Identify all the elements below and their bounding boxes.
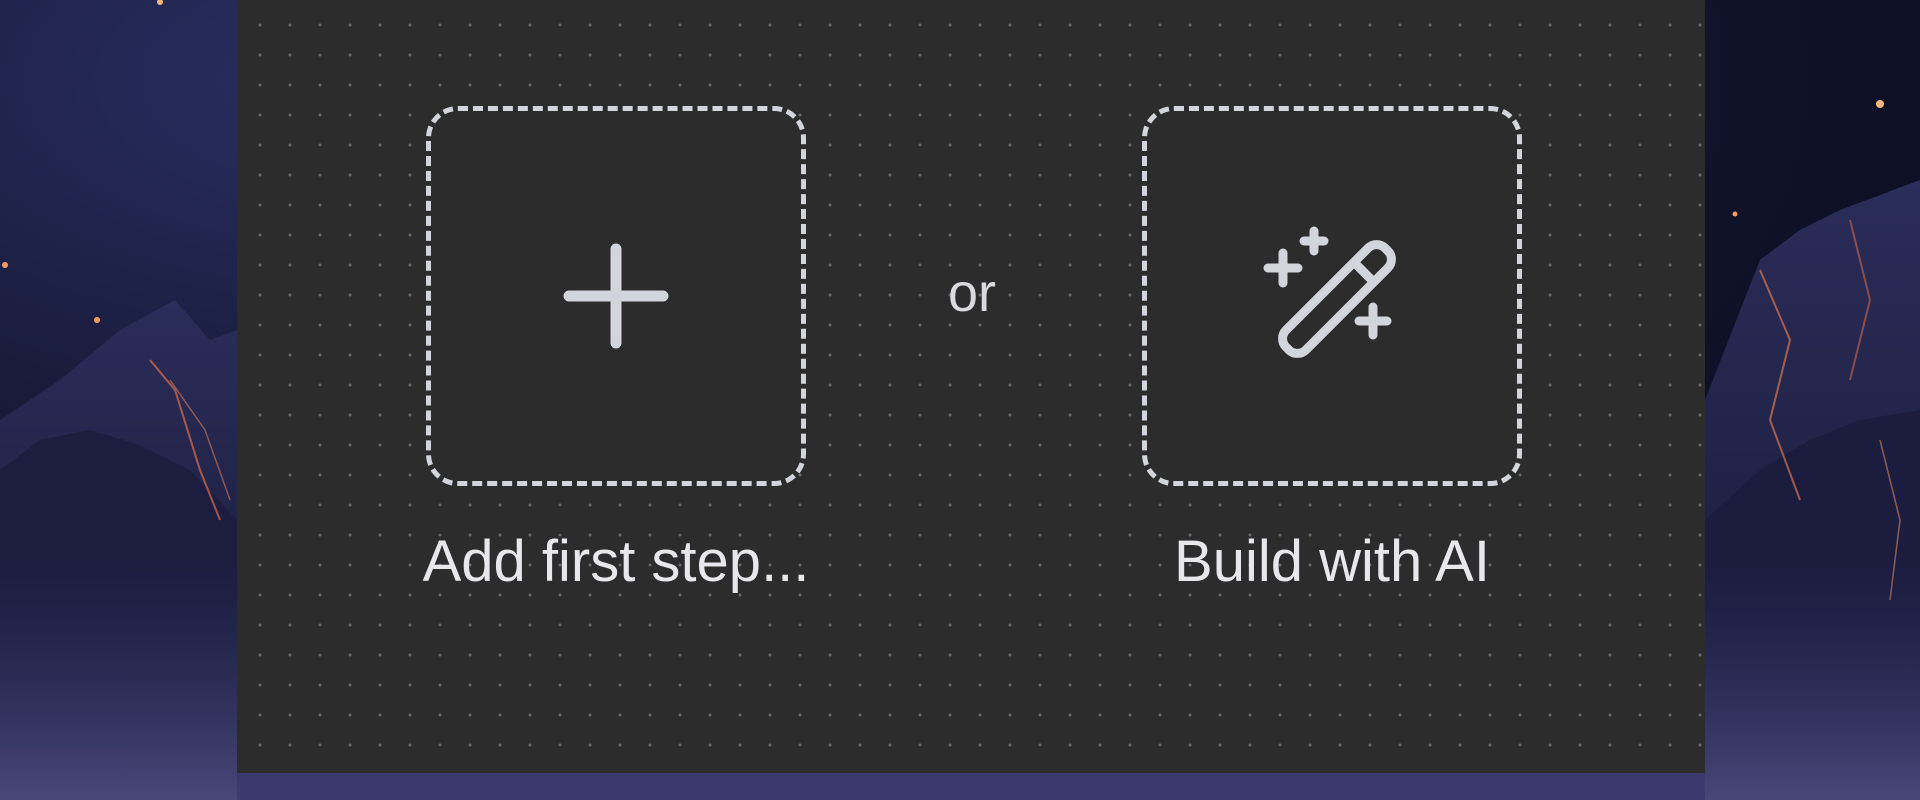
build-with-ai-button[interactable]: [1142, 106, 1522, 486]
or-separator: or: [947, 263, 996, 323]
add-first-step-label[interactable]: Add first step...: [366, 528, 866, 595]
magic-wand-icon: [1263, 226, 1396, 358]
workflow-canvas[interactable]: Add first step... or Build with AI: [237, 0, 1705, 773]
build-with-ai-label[interactable]: Build with AI: [1082, 528, 1582, 595]
add-first-step-button[interactable]: [426, 106, 806, 486]
plus-icon: [563, 243, 669, 349]
